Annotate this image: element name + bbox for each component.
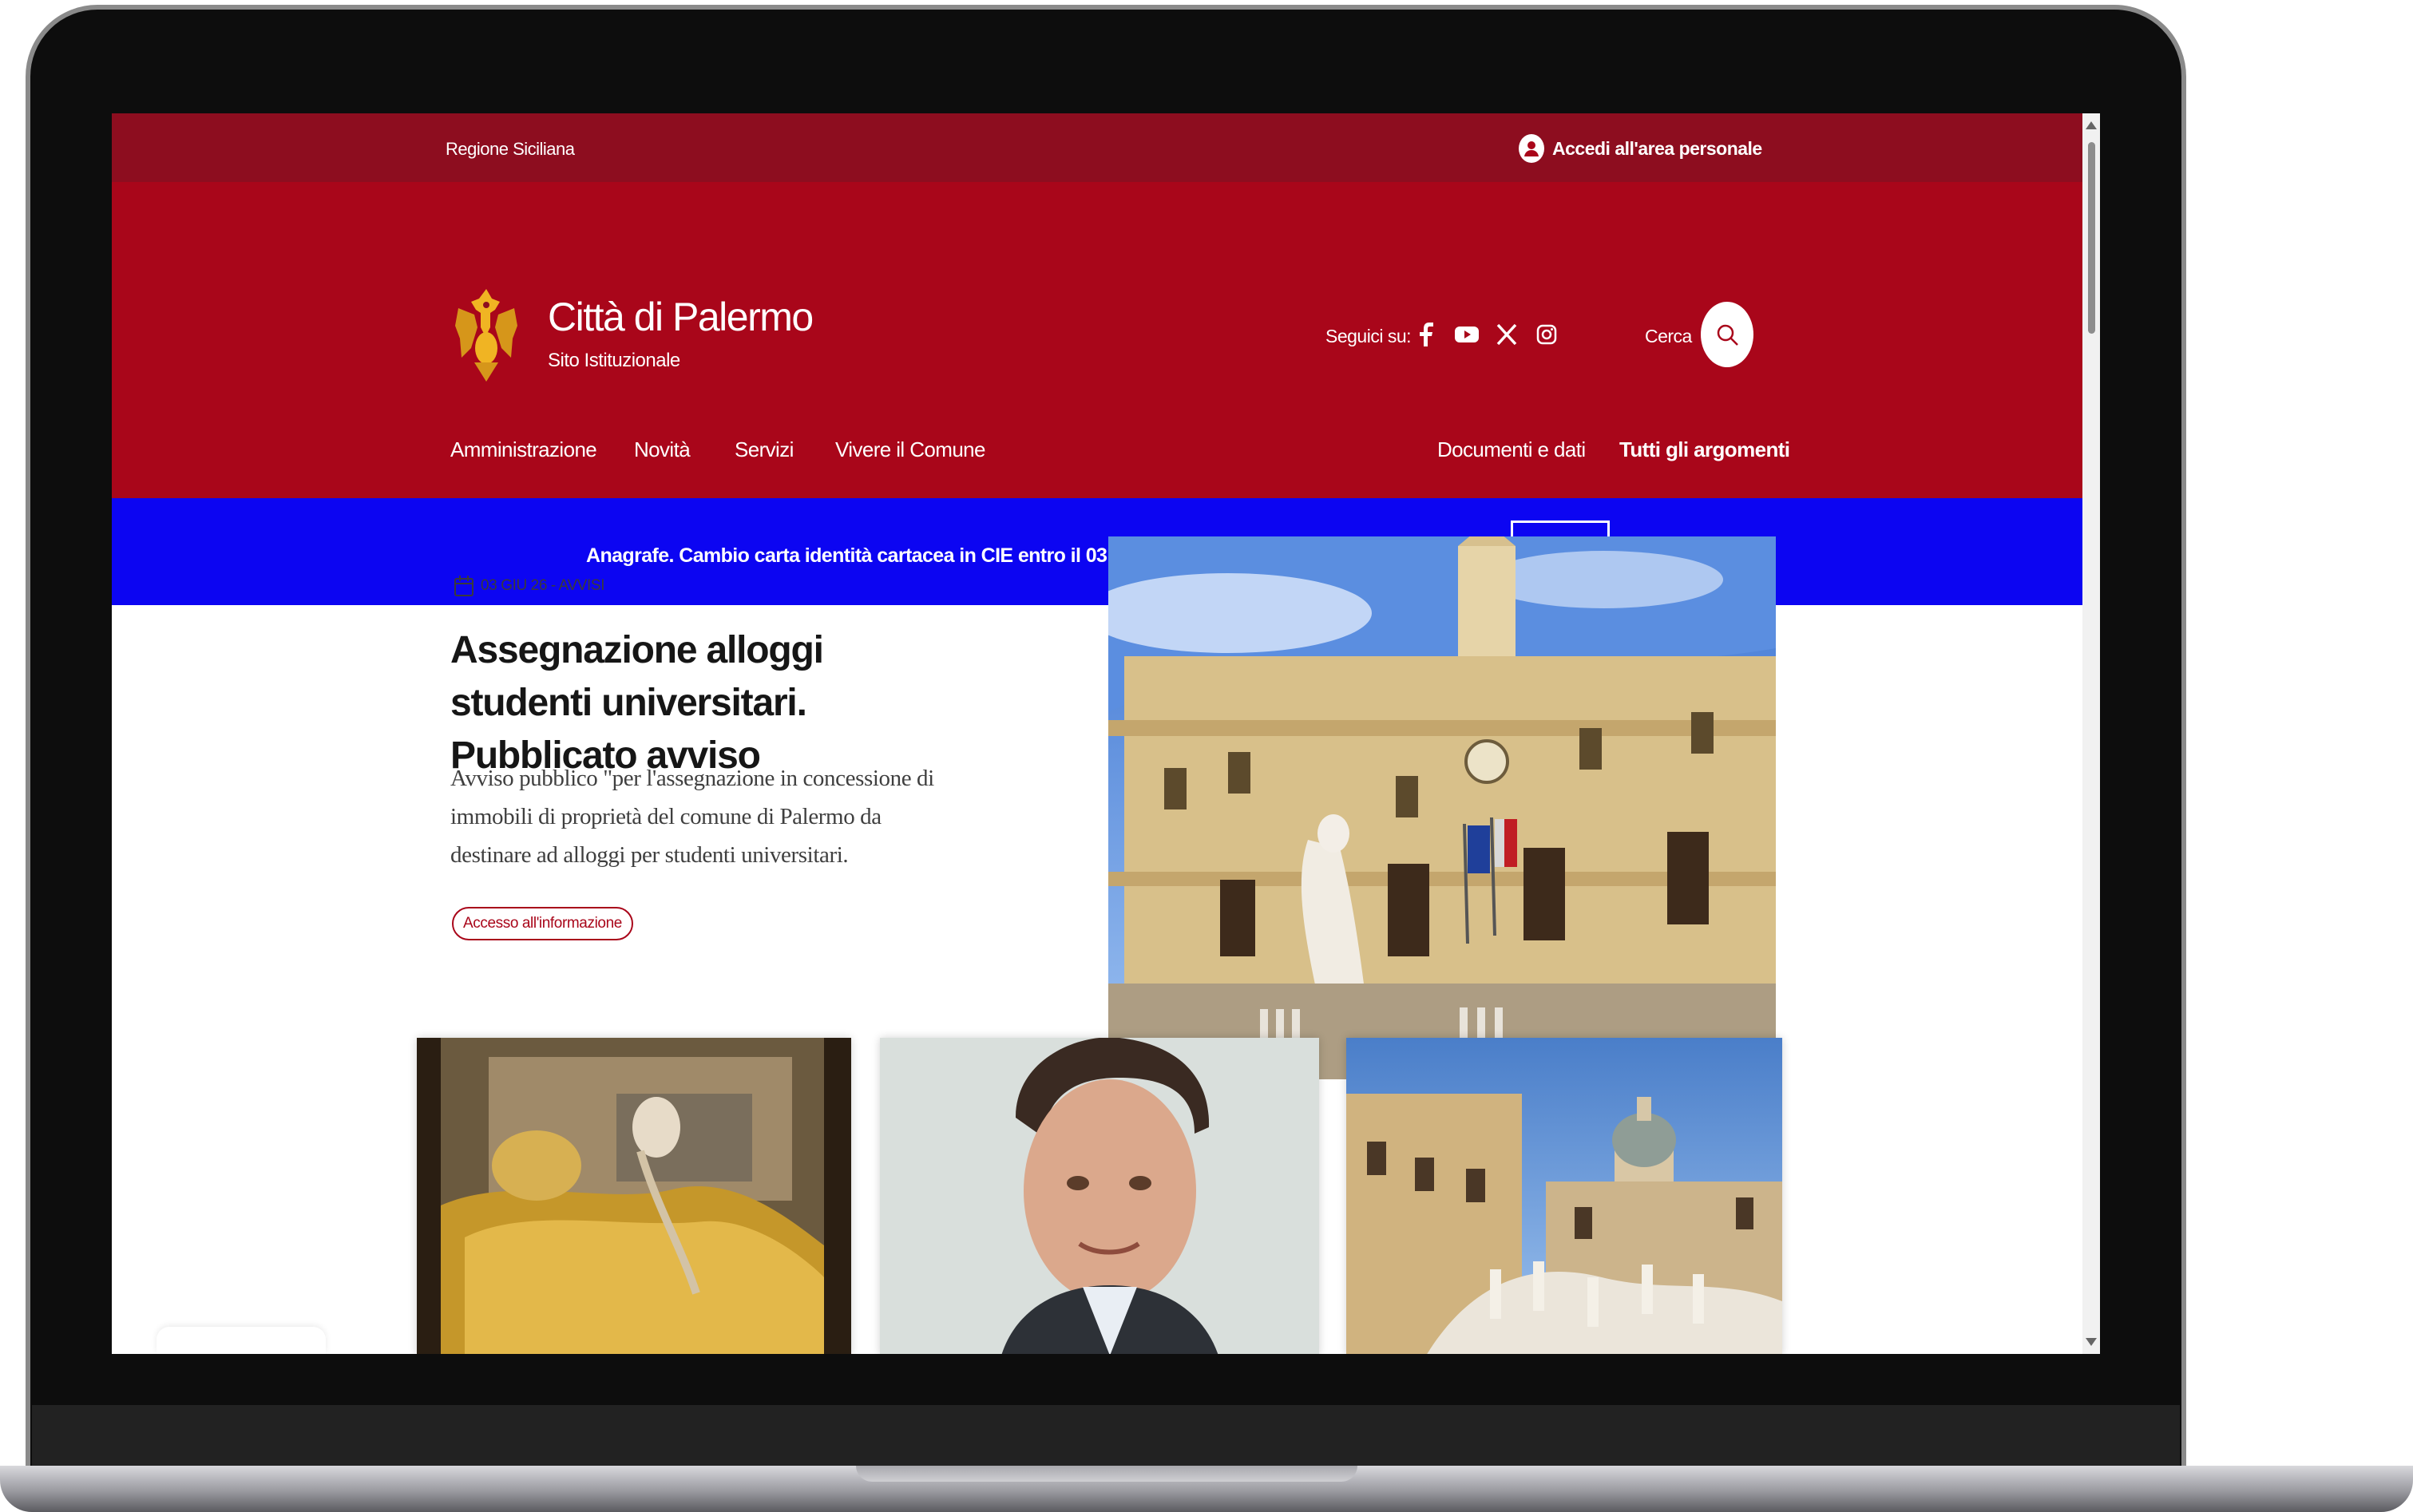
cookie-preferences-tab[interactable] bbox=[157, 1327, 326, 1354]
news-card-piazza-pretoria[interactable] bbox=[1346, 1038, 1782, 1354]
laptop-notch bbox=[856, 1466, 1357, 1482]
calendar-icon bbox=[454, 576, 473, 596]
region-link[interactable]: Regione Siciliana bbox=[446, 139, 575, 160]
hero-category-chip[interactable]: Accesso all'informazione bbox=[452, 907, 633, 940]
vertical-scrollbar[interactable] bbox=[2082, 113, 2100, 1354]
hero-meta: 03 GIU 26 - AVVISI bbox=[454, 575, 604, 597]
x-icon[interactable] bbox=[1493, 321, 1520, 348]
scroll-thumb[interactable] bbox=[2088, 142, 2095, 334]
header: Città di Palermo Sito Istituzionale Segu… bbox=[112, 182, 2084, 605]
nav-novita[interactable]: Novità bbox=[634, 437, 691, 462]
search-button[interactable] bbox=[1701, 302, 1753, 367]
top-bar: Regione Siciliana Accedi all'area person… bbox=[112, 113, 2084, 182]
nav-documenti-e-dati[interactable]: Documenti e dati bbox=[1437, 437, 1586, 462]
hero-title[interactable]: Assegnazione alloggi studenti universita… bbox=[450, 624, 961, 783]
scroll-down-icon[interactable] bbox=[2086, 1338, 2097, 1346]
instagram-icon[interactable] bbox=[1533, 321, 1560, 348]
hero-description: Avviso pubblico "per l'assegnazione in c… bbox=[450, 766, 934, 868]
scroll-up-icon[interactable] bbox=[2086, 121, 2097, 129]
nav-tutti-gli-argomenti[interactable]: Tutti gli argomenti bbox=[1619, 437, 1790, 462]
site-subtitle: Sito Istituzionale bbox=[548, 350, 680, 371]
palazzo-delle-aquile-image[interactable] bbox=[1108, 536, 1776, 1079]
personal-area-link[interactable]: Accedi all'area personale bbox=[1519, 134, 1762, 163]
palermo-eagle-logo[interactable] bbox=[454, 281, 519, 390]
follow-label: Seguici su: bbox=[1325, 326, 1412, 346]
news-card-relics[interactable] bbox=[417, 1038, 851, 1354]
search-label: Cerca bbox=[1645, 326, 1692, 346]
nav-servizi[interactable]: Servizi bbox=[735, 437, 794, 462]
hero-date-category: 03 GIU 26 - AVVISI bbox=[481, 577, 605, 594]
user-icon bbox=[1519, 134, 1544, 163]
youtube-icon[interactable] bbox=[1453, 321, 1480, 348]
personal-area-label: Accedi all'area personale bbox=[1552, 137, 1762, 159]
web-page: Regione Siciliana Accedi all'area person… bbox=[112, 113, 2084, 1354]
nav-amministrazione[interactable]: Amministrazione bbox=[450, 437, 597, 462]
facebook-icon[interactable] bbox=[1413, 321, 1440, 348]
nav-vivere-il-comune[interactable]: Vivere il Comune bbox=[835, 437, 986, 462]
site-title[interactable]: Città di Palermo bbox=[548, 294, 814, 340]
browser-screen: Regione Siciliana Accedi all'area person… bbox=[112, 113, 2100, 1354]
search-icon bbox=[1717, 324, 1738, 346]
alert-banner: Anagrafe. Cambio carta identità cartacea… bbox=[112, 498, 2084, 605]
news-card-portrait[interactable] bbox=[880, 1038, 1319, 1354]
